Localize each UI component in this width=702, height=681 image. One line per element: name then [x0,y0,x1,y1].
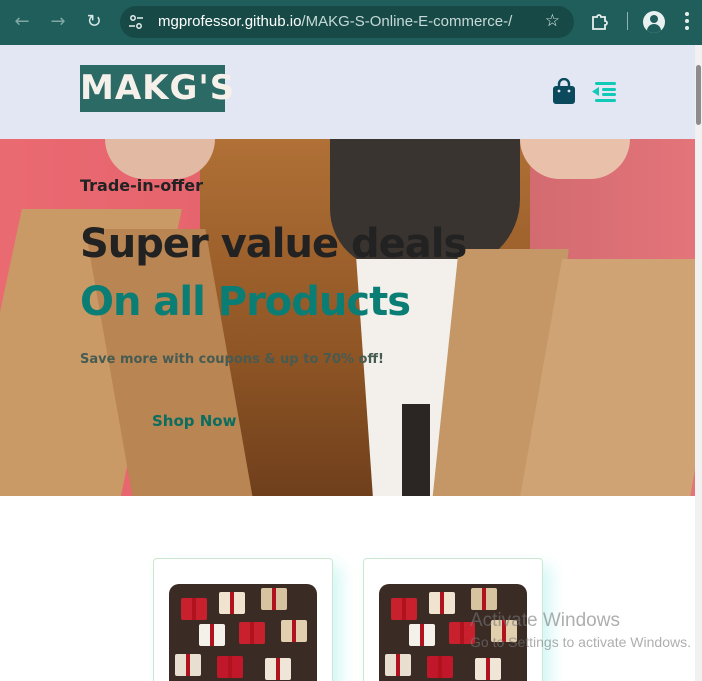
site-logo[interactable]: MAKG'S [80,65,234,112]
shop-now-button[interactable]: Shop Now [80,402,240,440]
shopping-bag-icon[interactable] [552,78,576,105]
more-menu-icon[interactable] [684,11,690,33]
site-info-icon[interactable] [128,14,144,30]
page-scrollbar[interactable] [695,45,702,681]
activate-windows-title: Activate Windows [470,610,620,631]
hero-subheadline: On all Products [80,279,411,325]
product-image [169,584,317,681]
hero-background-hand-left [105,139,215,179]
bookmark-star-icon[interactable]: ☆ [545,11,560,31]
browser-toolbar: ← → ↻ mgprofessor.github.io/MAKG-S-Onlin… [0,0,702,45]
product-image [379,584,527,681]
reload-icon[interactable]: ↻ [82,10,106,34]
menu-toggle-icon[interactable] [592,81,616,103]
extensions-icon[interactable] [590,11,610,31]
url-path: /MAKG-S-Online-E-commerce-/ [301,13,513,30]
site-header: MAKG'S [0,45,695,139]
back-icon[interactable]: ← [10,10,34,34]
hero-eyebrow: Trade-in-offer [80,176,203,195]
hero-headline: Super value deals [80,221,467,267]
hero-banner: Trade-in-offer Super value deals On all … [0,139,695,496]
hero-description: Save more with coupons & up to 70% off! [80,352,384,367]
hero-background-hand-right [520,139,630,179]
toolbar-divider [627,12,628,30]
address-bar[interactable]: mgprofessor.github.io/MAKG-S-Online-E-co… [120,6,574,38]
profile-icon[interactable] [643,11,665,33]
activate-windows-subtitle: Go to Settings to activate Windows. [470,634,691,650]
scrollbar-thumb[interactable] [696,65,701,125]
url-host: mgprofessor.github.io [158,13,302,30]
forward-icon[interactable]: → [46,10,70,34]
hero-shopping-bag [402,404,430,496]
product-card[interactable] [153,558,333,681]
url-text: mgprofessor.github.io/MAKG-S-Online-E-co… [158,13,512,30]
